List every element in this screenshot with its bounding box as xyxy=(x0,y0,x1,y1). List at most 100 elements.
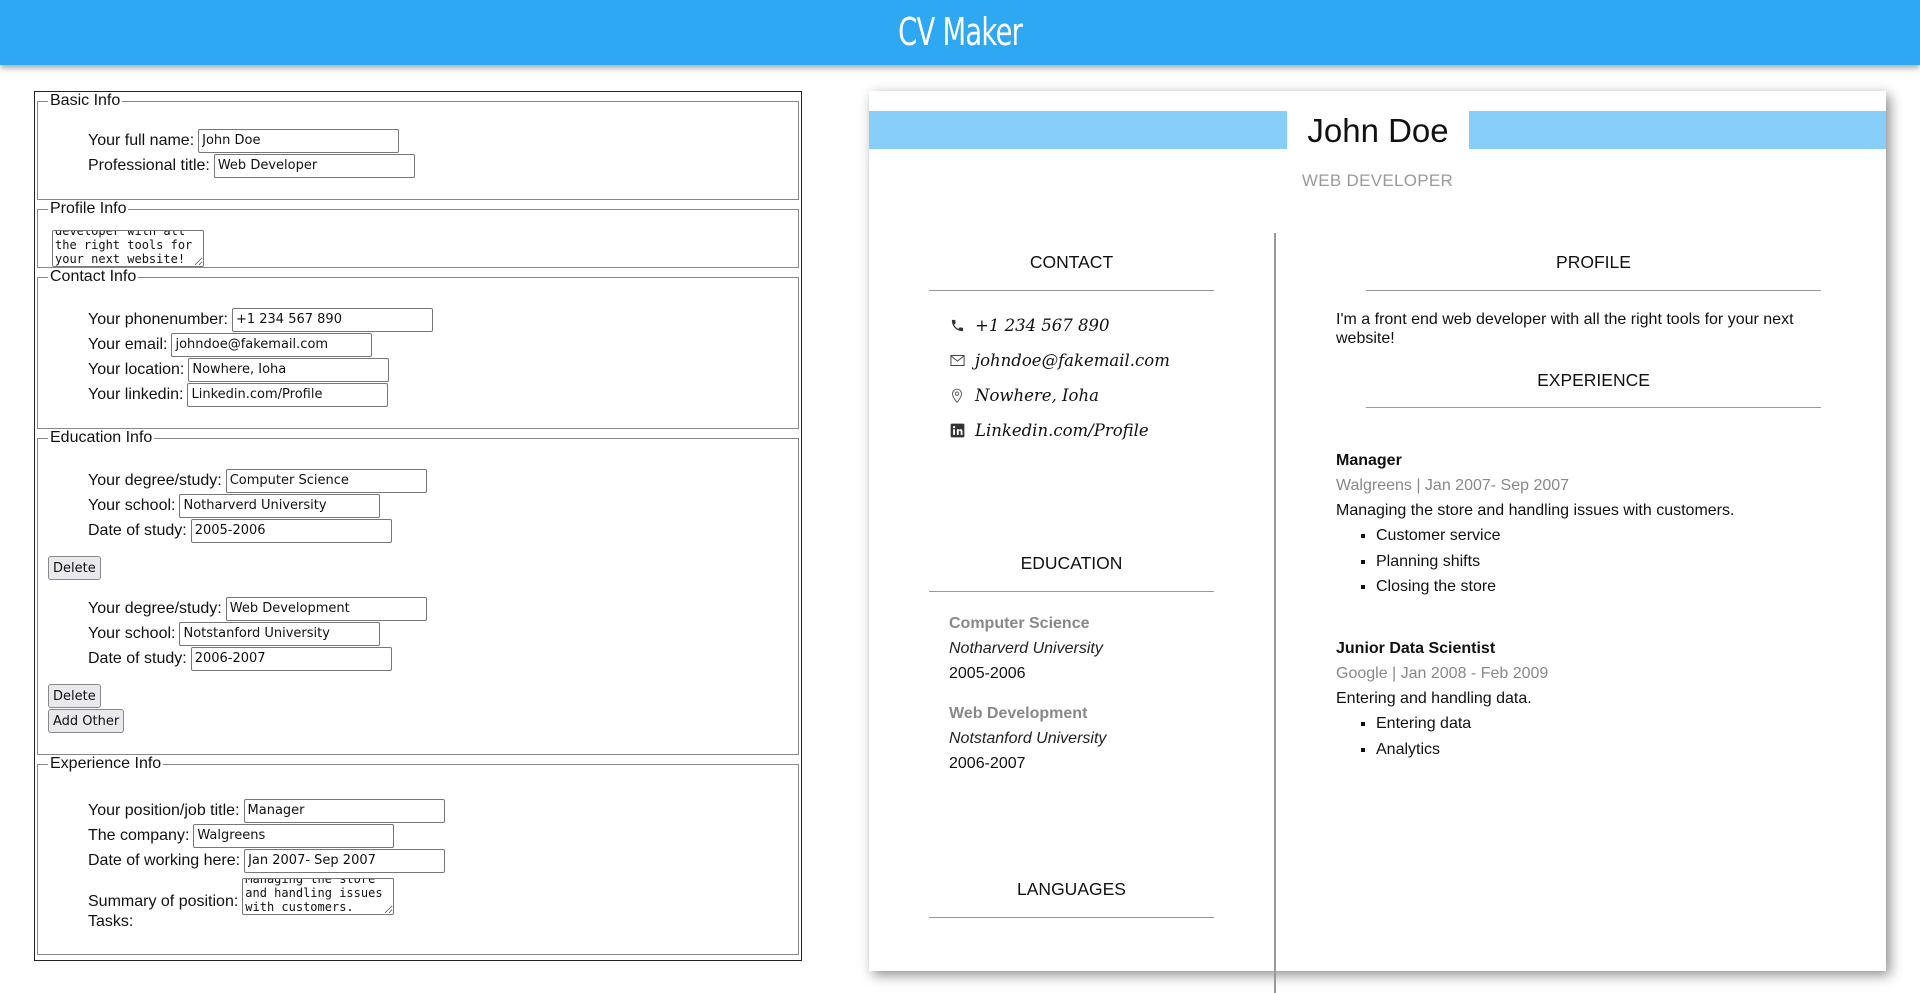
position-input[interactable] xyxy=(243,798,445,823)
experience-info-legend: Experience Info xyxy=(50,755,162,772)
phone-icon xyxy=(949,318,965,334)
basic-info-legend: Basic Info xyxy=(50,92,121,109)
company-input[interactable] xyxy=(193,823,395,848)
contact-info-section: Contact Info Your phonenumber: Your emai… xyxy=(37,268,799,429)
contact-linkedin-text: Linkedin.com/Profile xyxy=(975,421,1149,440)
education-rule xyxy=(929,591,1214,592)
degree-input[interactable] xyxy=(225,468,427,493)
job-meta: Google | Jan 2008 - Feb 2009 xyxy=(1336,665,1549,682)
education-info-legend: Education Info xyxy=(50,429,153,446)
cv-form: Basic Info Your full name: Professional … xyxy=(34,91,802,961)
mail-icon xyxy=(949,353,965,369)
contact-email: johndoe@fakemail.com xyxy=(949,351,1170,370)
cv-title: WEB DEVELOPER xyxy=(1301,171,1454,190)
profile-info-legend: Profile Info xyxy=(50,200,127,217)
full-name-label: Your full name: xyxy=(88,131,195,149)
location-input[interactable] xyxy=(188,357,390,382)
app-title: CV Maker xyxy=(897,10,1023,54)
contact-info-legend: Contact Info xyxy=(50,268,137,285)
experience-heading: EXPERIENCE xyxy=(1537,370,1650,390)
education-school: Notstanford University xyxy=(949,730,1107,747)
cv-preview: John Doe WEB DEVELOPER CONTACT +1 234 56… xyxy=(869,91,1886,993)
languages-heading: LANGUAGES xyxy=(1017,879,1126,899)
contact-phone-text: +1 234 567 890 xyxy=(975,316,1110,335)
profile-info-section: Profile Info I'm a front end web develop… xyxy=(37,200,799,268)
job-task-list: Entering data Analytics xyxy=(1336,711,1856,762)
study-date-label: Date of study: xyxy=(88,521,187,539)
education-school: Notharverd University xyxy=(949,640,1103,657)
school-input[interactable] xyxy=(179,621,381,646)
education-entry: Computer Science Notharverd University 2… xyxy=(949,611,1103,686)
job-title: Manager xyxy=(1336,452,1402,469)
contact-rule xyxy=(929,290,1214,291)
profile-textarea[interactable]: I'm a front end web developer with all t… xyxy=(52,230,204,267)
basic-info-section: Basic Info Your full name: Professional … xyxy=(37,92,799,200)
profile-rule xyxy=(1366,290,1821,291)
linkedin-input[interactable] xyxy=(187,382,389,407)
summary-textarea[interactable]: Managing the store and handling issues w… xyxy=(242,878,395,915)
languages-rule xyxy=(929,917,1214,918)
school-label: Your school: xyxy=(88,496,176,514)
education-degree: Web Development xyxy=(949,705,1088,722)
job-title: Junior Data Scientist xyxy=(1336,640,1496,657)
contact-email-text: johndoe@fakemail.com xyxy=(975,351,1170,370)
education-heading: EDUCATION xyxy=(1020,553,1123,573)
job-entry: Junior Data Scientist Google | Jan 2008 … xyxy=(1336,636,1856,762)
degree-label: Your degree/study: xyxy=(88,599,222,617)
cv-name: John Doe xyxy=(1287,103,1469,159)
linkedin-label: Your linkedin: xyxy=(88,385,184,403)
study-date-input[interactable] xyxy=(190,518,392,543)
email-input[interactable] xyxy=(171,332,373,357)
contact-location: Nowhere, Ioha xyxy=(949,386,1099,405)
phone-input[interactable] xyxy=(231,307,433,332)
job-task: Entering data xyxy=(1376,711,1856,737)
experience-info-section: Experience Info Your position/job title:… xyxy=(37,755,799,955)
study-date-input[interactable] xyxy=(190,646,392,671)
job-task-list: Customer service Planning shifts Closing… xyxy=(1336,523,1856,600)
education-date: 2006-2007 xyxy=(949,755,1026,772)
job-meta: Walgreens | Jan 2007- Sep 2007 xyxy=(1336,477,1570,494)
profile-heading: PROFILE xyxy=(1556,252,1631,272)
professional-title-input[interactable] xyxy=(213,153,415,178)
add-education-button[interactable]: Add Other xyxy=(48,709,125,733)
phone-label: Your phonenumber: xyxy=(88,310,228,328)
linkedin-icon xyxy=(949,423,965,439)
location-label: Your location: xyxy=(88,360,185,378)
school-input[interactable] xyxy=(179,493,381,518)
job-task: Customer service xyxy=(1376,523,1856,549)
job-summary: Managing the store and handling issues w… xyxy=(1336,502,1735,519)
tasks-label: Tasks: xyxy=(88,913,134,930)
company-label: The company: xyxy=(88,826,190,844)
map-pin-icon xyxy=(949,388,965,404)
school-label: Your school: xyxy=(88,624,176,642)
email-label: Your email: xyxy=(88,335,168,353)
column-divider xyxy=(1274,233,1276,993)
contact-phone: +1 234 567 890 xyxy=(949,316,1110,335)
job-entry: Manager Walgreens | Jan 2007- Sep 2007 M… xyxy=(1336,448,1856,600)
job-task: Analytics xyxy=(1376,737,1856,763)
position-label: Your position/job title: xyxy=(88,801,240,819)
education-degree: Computer Science xyxy=(949,615,1090,632)
degree-input[interactable] xyxy=(225,596,427,621)
delete-education-button[interactable]: Delete xyxy=(48,556,101,580)
study-date-label: Date of study: xyxy=(88,649,187,667)
experience-rule xyxy=(1366,407,1821,408)
education-entry: Web Development Notstanford University 2… xyxy=(949,701,1106,776)
education-info-section: Education Info Your degree/study: Your s… xyxy=(37,429,799,755)
app-header: CV Maker xyxy=(0,0,1920,65)
degree-label: Your degree/study: xyxy=(88,471,222,489)
work-date-label: Date of working here: xyxy=(88,851,241,869)
job-task: Planning shifts xyxy=(1376,549,1856,575)
summary-label: Summary of position: xyxy=(88,893,239,910)
profile-text: I'm a front end web developer with all t… xyxy=(1336,311,1794,347)
contact-location-text: Nowhere, Ioha xyxy=(975,386,1099,405)
education-date: 2005-2006 xyxy=(949,665,1026,682)
full-name-input[interactable] xyxy=(198,128,400,153)
delete-education-button[interactable]: Delete xyxy=(48,684,101,708)
contact-linkedin: Linkedin.com/Profile xyxy=(949,421,1149,440)
job-summary: Entering and handling data. xyxy=(1336,690,1532,707)
work-date-input[interactable] xyxy=(244,848,446,873)
job-task: Closing the store xyxy=(1376,574,1856,600)
contact-heading: CONTACT xyxy=(1029,252,1114,272)
professional-title-label: Professional title: xyxy=(88,156,210,174)
